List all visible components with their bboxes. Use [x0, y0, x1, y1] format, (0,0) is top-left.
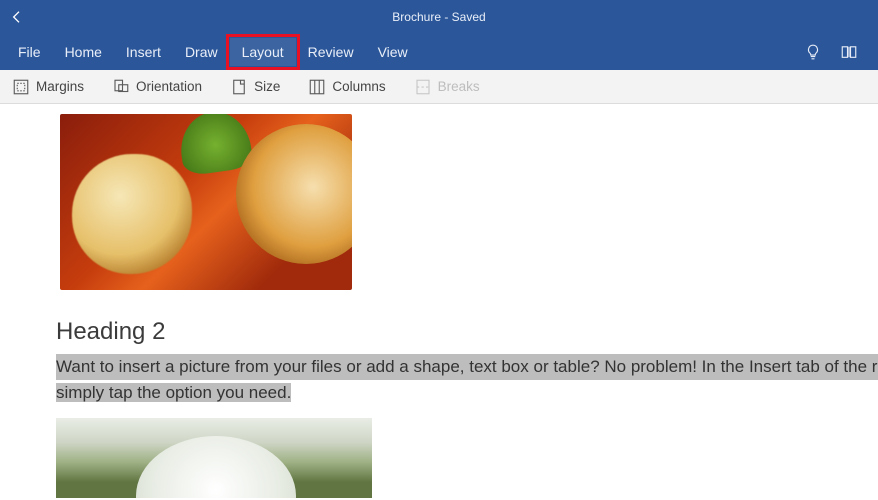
tab-insert[interactable]: Insert [114, 38, 173, 66]
document-image-2[interactable] [56, 418, 372, 498]
breaks-button: Breaks [408, 74, 486, 100]
ribbon-layout: Margins Orientation Size Columns Breaks [0, 70, 878, 104]
tab-view[interactable]: View [366, 38, 420, 66]
size-button[interactable]: Size [224, 74, 286, 100]
columns-label: Columns [332, 79, 385, 94]
breaks-label: Breaks [438, 79, 480, 94]
selected-text-line1[interactable]: Want to insert a picture from your files… [56, 354, 878, 380]
size-label: Size [254, 79, 280, 94]
columns-button[interactable]: Columns [302, 74, 391, 100]
tab-home[interactable]: Home [53, 38, 114, 66]
tab-file[interactable]: File [6, 38, 53, 66]
lightbulb-icon[interactable] [804, 43, 822, 61]
orientation-label: Orientation [136, 79, 202, 94]
back-button[interactable] [0, 0, 34, 34]
tab-draw[interactable]: Draw [173, 38, 230, 66]
document-title: Brochure - Saved [392, 10, 485, 24]
heading-2[interactable]: Heading 2 [56, 318, 878, 346]
orientation-button[interactable]: Orientation [106, 74, 208, 100]
orientation-icon [112, 78, 130, 96]
tabbar: File Home Insert Draw Layout Review View [0, 34, 878, 70]
document-image-1[interactable] [60, 114, 352, 290]
body-paragraph[interactable]: Want to insert a picture from your files… [56, 354, 878, 406]
margins-label: Margins [36, 79, 84, 94]
breaks-icon [414, 78, 432, 96]
titlebar-right [804, 43, 872, 61]
columns-icon [308, 78, 326, 96]
titlebar-top: Brochure - Saved [0, 0, 878, 34]
titlebar: Brochure - Saved File Home Insert Draw L… [0, 0, 878, 70]
margins-button[interactable]: Margins [6, 74, 90, 100]
read-mode-icon[interactable] [840, 43, 858, 61]
size-icon [230, 78, 248, 96]
tab-layout[interactable]: Layout [230, 38, 296, 66]
selected-text-line2[interactable]: simply tap the option you need. [56, 383, 291, 402]
tab-review[interactable]: Review [296, 38, 366, 66]
document-area[interactable]: Heading 2 Want to insert a picture from … [0, 104, 878, 498]
margins-icon [12, 78, 30, 96]
